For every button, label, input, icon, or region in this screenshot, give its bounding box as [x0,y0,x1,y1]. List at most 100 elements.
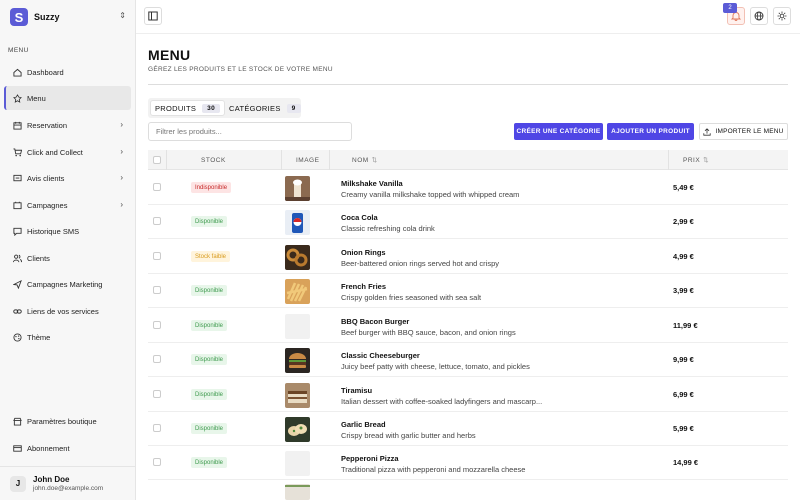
product-description: Crispy golden fries seasoned with sea sa… [341,293,482,302]
sidebar-item-dashboard[interactable]: Dashboard [4,60,131,84]
table-row[interactable]: Stock faible Onion Rings Beer-battered o… [148,240,788,274]
sidebar-item-label: Liens de vos services [27,306,99,316]
sidebar-item-liens-services[interactable]: Liens de vos services [4,299,131,323]
topbar [136,0,800,34]
sidebar-item-label: Dashboard [27,67,64,77]
language-button[interactable] [750,7,768,25]
stock-badge[interactable]: Disponible [191,285,228,296]
sidebar: S Suzzy ⇕ MENU Dashboard Menu Reservatio… [0,0,136,500]
table-row[interactable]: Disponible BBQ Bacon Burger Beef burger … [148,309,788,343]
stock-badge[interactable]: Disponible [191,216,228,227]
product-price: 9,99 € [673,355,694,364]
user-menu[interactable]: J John Doe john.doe@example.com [0,466,136,500]
column-separator [668,150,669,170]
add-product-button[interactable]: AJOUTER UN PRODUIT [607,123,694,140]
row-checkbox[interactable] [153,252,161,260]
product-name: Tiramisu [341,386,373,395]
product-image-placeholder [285,451,310,476]
table-row[interactable]: Disponible French Fries Crispy golden fr… [148,274,788,308]
tab-categories[interactable]: CATÉGORIES 9 [225,100,305,116]
import-menu-button[interactable]: IMPORTER LE MENU [699,123,788,140]
sidebar-item-parametres-boutique[interactable]: Paramètres boutique [4,409,131,433]
column-separator [281,150,282,170]
column-price-sort[interactable]: PRIX ⇅ [683,150,709,170]
table-row[interactable]: Disponible Garlic Bread Crispy bread wit… [148,412,788,446]
sidebar-item-menu[interactable]: Menu [4,86,131,110]
chevron-right-icon: › [120,200,123,209]
product-name: Coca Cola [341,213,378,222]
sidebar-item-historique-sms[interactable]: Historique SMS [4,219,131,243]
chevron-right-icon: › [120,147,123,156]
product-description: Classic refreshing cola drink [341,224,435,233]
product-image [285,210,310,235]
sidebar-item-label: Paramètres boutique [27,416,97,426]
home-icon [12,67,22,77]
select-all-checkbox[interactable] [153,156,161,164]
product-price: 4,99 € [673,252,694,261]
row-checkbox[interactable] [153,390,161,398]
palette-icon [12,332,22,342]
brand-name: Suzzy [34,12,60,22]
table-row[interactable]: Disponible Coca Cola Classic refreshing … [148,205,788,239]
product-price: 3,99 € [673,286,694,295]
sidebar-item-campagnes-marketing[interactable]: Campagnes Marketing [4,272,131,296]
sort-icon: ⇅ [703,157,710,164]
product-image [285,383,310,408]
column-stock: STOCK [201,156,226,164]
link-icon [12,306,22,316]
row-checkbox[interactable] [153,355,161,363]
theme-toggle-button[interactable] [773,7,791,25]
sidebar-item-avis-clients[interactable]: Avis clients › [4,166,131,190]
chat-icon [12,226,22,236]
brand-logo: S [10,8,28,26]
globe-icon [754,11,764,21]
column-separator [166,150,167,170]
stock-badge[interactable]: Disponible [191,457,228,468]
stock-badge[interactable]: Disponible [191,320,228,331]
product-name: Onion Rings [341,248,386,257]
stock-badge[interactable]: Disponible [191,354,228,365]
brand-switcher[interactable]: S Suzzy ⇕ [10,7,130,27]
chevron-up-down-icon: ⇕ [119,11,126,20]
sidebar-item-click-and-collect[interactable]: Click and Collect › [4,140,131,164]
sidebar-item-label: Reservation [27,120,68,130]
stock-badge[interactable]: Disponible [191,423,228,434]
row-checkbox[interactable] [153,286,161,294]
row-checkbox[interactable] [153,424,161,432]
row-checkbox[interactable] [153,458,161,466]
panel-left-icon [148,11,158,21]
message-icon [12,173,22,183]
table-row[interactable]: Disponible Tiramisu Italian dessert with… [148,378,788,412]
sidebar-item-label: Campagnes [27,200,68,210]
card-icon [12,443,22,453]
sidebar-item-campagnes[interactable]: Campagnes › [4,193,131,217]
table-row[interactable]: Indisponible Milkshake Vanilla Creamy va… [148,171,788,205]
tab-produits[interactable]: PRODUITS 30 [150,100,225,116]
sidebar-item-theme[interactable]: Thème [4,325,131,349]
send-icon [12,279,22,289]
table-row[interactable]: Disponible Classic Cheeseburger Juicy be… [148,343,788,377]
product-image [285,176,310,201]
column-image: IMAGE [296,156,320,164]
sun-icon [777,11,787,21]
sidebar-item-reservation[interactable]: Reservation › [4,113,131,137]
tab-list: PRODUITS 30 CATÉGORIES 9 [148,98,301,118]
column-name-sort[interactable]: NOM ⇅ [352,150,378,170]
create-category-button[interactable]: CRÉER UNE CATÉGORIE [514,123,603,140]
stock-badge[interactable]: Indisponible [191,182,232,193]
filter-products-input[interactable] [148,122,352,141]
stock-badge[interactable]: Stock faible [191,251,231,262]
row-checkbox[interactable] [153,321,161,329]
sidebar-item-label: Campagnes Marketing [27,279,103,289]
stock-badge[interactable]: Disponible [191,389,228,400]
product-price: 11,99 € [673,321,698,330]
sidebar-item-clients[interactable]: Clients [4,246,131,270]
table-row[interactable]: Disponible Pepperoni Pizza Traditional p… [148,446,788,480]
product-description: Juicy beef patty with cheese, lettuce, t… [341,362,530,371]
chevron-right-icon: › [120,173,123,182]
row-checkbox[interactable] [153,183,161,191]
sidebar-toggle-button[interactable] [144,7,162,25]
sidebar-item-abonnement[interactable]: Abonnement [4,436,131,460]
avatar: J [10,475,26,492]
row-checkbox[interactable] [153,217,161,225]
